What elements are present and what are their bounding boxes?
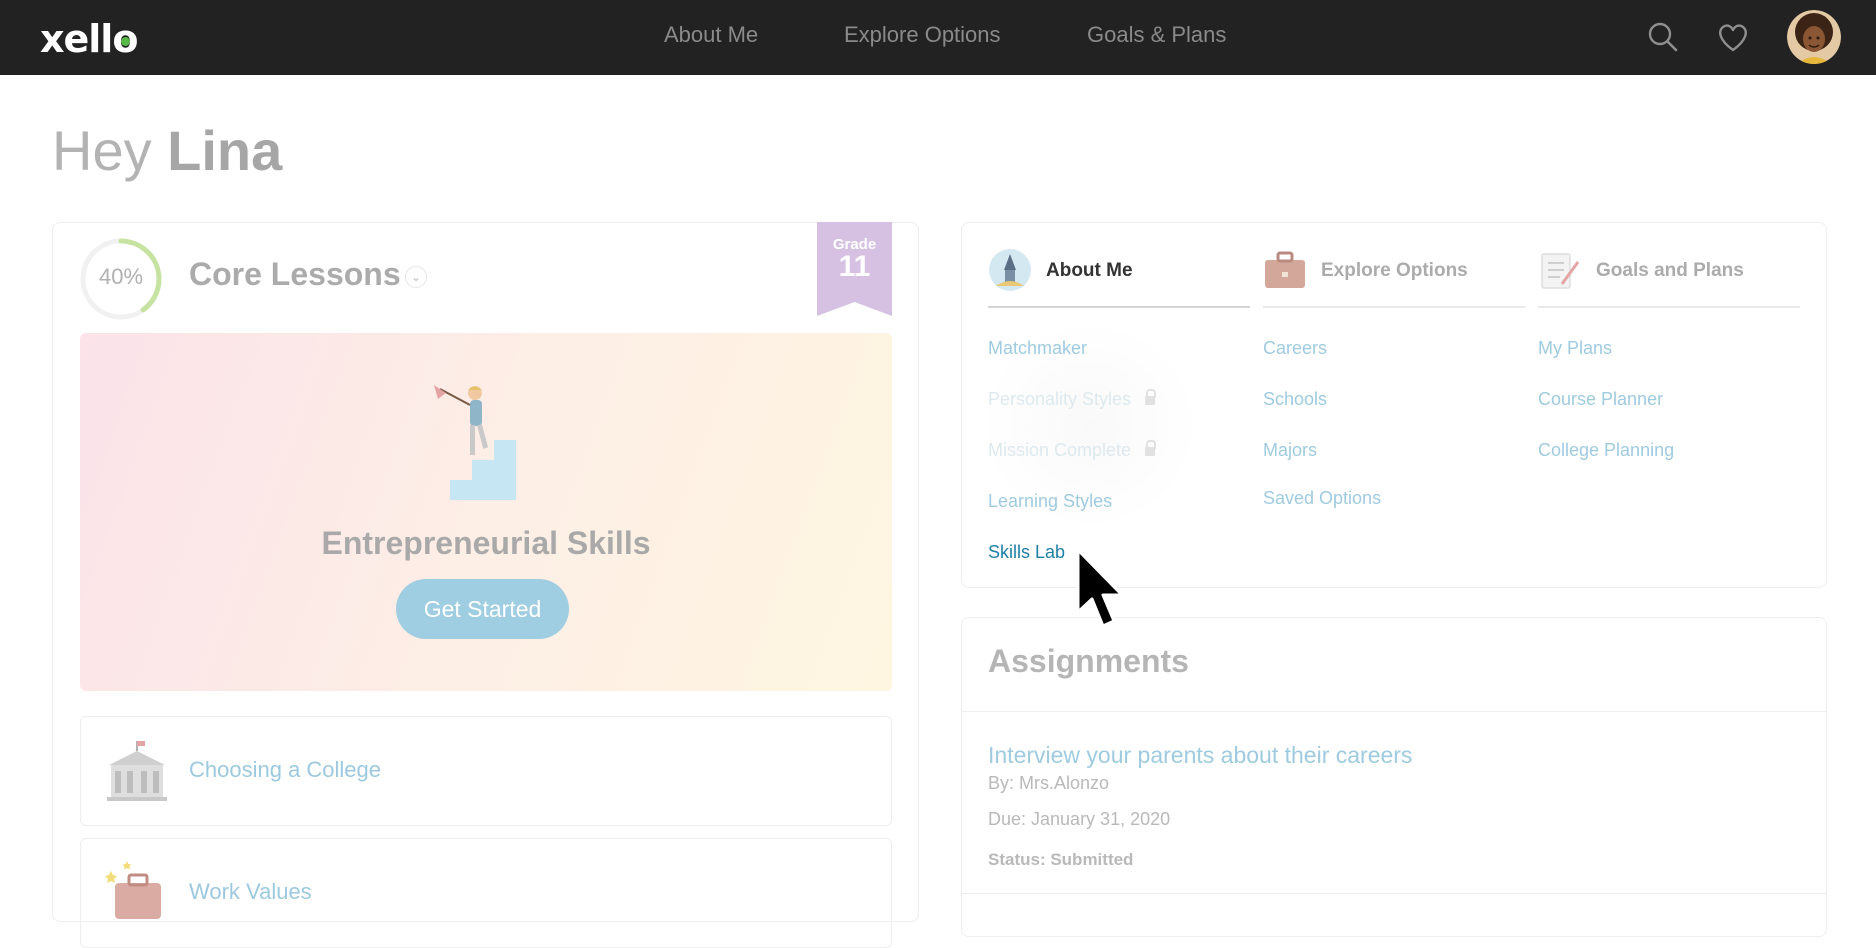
grade-number: 11 [838,250,871,283]
menu-link-personality-styles: Personality Styles [988,389,1157,410]
menu-link-learning-styles[interactable]: Learning Styles [988,491,1112,512]
menu-underline-active [988,306,1250,308]
lesson-choosing-college[interactable]: Choosing a College [189,757,381,783]
greeting-heading: Hey Lina [52,118,282,183]
menu-link-college-planning[interactable]: College Planning [1538,440,1674,461]
lesson-row[interactable]: Work Values [80,838,892,948]
top-navigation-bar: xello About Me Explore Options Goals & P… [0,0,1876,75]
menu-link-my-plans[interactable]: My Plans [1538,338,1612,359]
search-icon[interactable] [1645,19,1681,55]
nav-about-me[interactable]: About Me [664,22,758,48]
core-lessons-title[interactable]: Core Lessons [189,256,401,293]
college-building-icon [107,741,167,801]
menu-link-saved-options[interactable]: Saved Options [1263,488,1381,509]
avatar[interactable] [1787,10,1841,64]
checklist-icon [1541,253,1580,289]
lock-icon [1145,389,1157,405]
climbing-stairs-illustration [434,385,516,500]
nav-explore-options[interactable]: Explore Options [844,22,1001,48]
divider [962,711,1826,712]
menu-title-about-me: About Me [1046,260,1133,281]
assignment-author: By: Mrs.Alonzo [988,773,1110,793]
menu-link-course-planner[interactable]: Course Planner [1538,389,1663,410]
briefcase-icon [1265,251,1305,288]
menu-link-label: Personality Styles [988,389,1132,409]
menu-link-schools[interactable]: Schools [1263,389,1327,410]
chevron-down-icon[interactable]: ⌄ [405,266,427,288]
rocket-globe-icon [989,249,1031,291]
menu-underline [1263,306,1525,308]
featured-lesson-title: Entrepreneurial Skills [321,525,651,561]
xello-logo[interactable]: xello [40,17,138,61]
greeting-name: Lina [167,119,283,182]
assignment-title-link[interactable]: Interview your parents about their caree… [988,742,1412,769]
greeting-prefix: Hey [52,119,168,182]
assignments-title: Assignments [988,643,1189,679]
mouse-cursor-icon [1076,548,1124,628]
menu-link-mission-complete: Mission Complete [988,440,1157,461]
menu-link-label: Mission Complete [988,440,1132,460]
menu-title-explore-options: Explore Options [1321,260,1468,281]
menu-title-goals-plans: Goals and Plans [1596,260,1744,281]
assignment-due-date: Due: January 31, 2020 [988,809,1171,829]
get-started-button[interactable]: Get Started [396,579,569,639]
heart-icon[interactable] [1715,19,1751,55]
menu-link-majors[interactable]: Majors [1263,440,1317,461]
menu-link-skills-lab[interactable]: Skills Lab [988,542,1065,563]
lesson-row[interactable]: Choosing a College [80,716,892,826]
lesson-work-values[interactable]: Work Values [189,879,312,905]
assignment-status: Status: Submitted [988,850,1134,869]
nav-goals-plans[interactable]: Goals & Plans [1087,22,1226,48]
menu-underline [1538,306,1800,308]
divider [962,893,1826,894]
briefcase-stars-icon [105,861,161,919]
lock-icon [1145,440,1157,456]
progress-percent: 40% [98,264,144,289]
menu-link-careers[interactable]: Careers [1263,338,1327,359]
menu-link-matchmaker[interactable]: Matchmaker [988,338,1087,359]
